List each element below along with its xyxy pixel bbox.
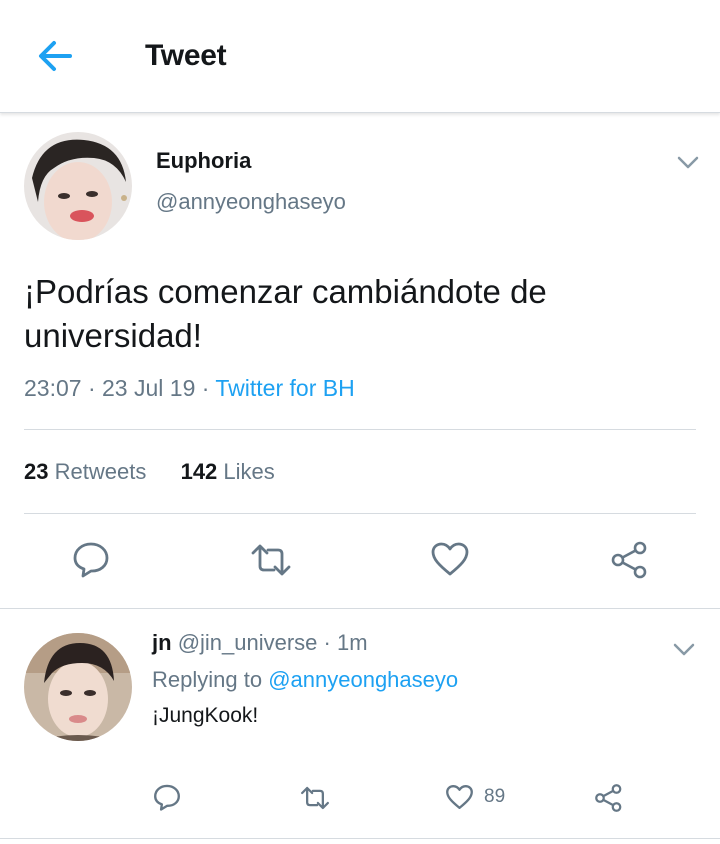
tweet-meta: 23:07 · 23 Jul 19 · Twitter for BH [24, 375, 355, 402]
tweet-date: 23 Jul 19 [102, 375, 196, 401]
tweet-stats: 23 Retweets 142 Likes [24, 459, 275, 485]
top-bar: Tweet [0, 0, 720, 113]
meta-separator: · [323, 630, 337, 655]
likes-stat[interactable]: 142 Likes [181, 459, 275, 484]
divider [24, 429, 696, 430]
share-button[interactable] [610, 540, 650, 580]
reply-share-button[interactable] [594, 783, 624, 813]
author-name[interactable]: Euphoria [156, 148, 251, 174]
divider [0, 608, 720, 609]
retweet-button[interactable] [250, 542, 292, 578]
reply-author-handle[interactable]: @jin_universe [178, 630, 318, 655]
chevron-down-icon [677, 156, 699, 169]
tweet-menu-button[interactable] [674, 150, 702, 174]
meta-separator: · [201, 375, 216, 401]
retweets-count: 23 [24, 459, 49, 484]
like-icon [446, 785, 473, 809]
reply-author-name[interactable]: jn [152, 630, 172, 655]
reply-icon [154, 784, 180, 811]
tweet-text-line: ¡Podrías comenzar cambiándote de [24, 273, 547, 310]
share-icon [595, 784, 622, 812]
likes-label: Likes [223, 459, 275, 484]
tweet-text-line: universidad! [24, 317, 202, 354]
chevron-down-icon [673, 643, 695, 656]
reply-header: jn @jin_universe · 1m [152, 630, 368, 656]
retweets-stat[interactable]: 23 Retweets [24, 459, 146, 484]
like-button[interactable] [430, 541, 470, 577]
reply-avatar[interactable] [24, 633, 132, 741]
tweet-source-link[interactable]: Twitter for BH [215, 375, 354, 401]
reply-retweet-button[interactable] [300, 785, 330, 811]
replying-mention-link[interactable]: @annyeonghaseyo [268, 667, 458, 692]
reply-button[interactable] [72, 540, 110, 578]
like-icon [431, 542, 469, 576]
reply-like-button[interactable]: 89 [445, 784, 505, 810]
back-button[interactable] [32, 36, 80, 76]
reply-reply-button[interactable] [153, 783, 181, 811]
retweets-label: Retweets [54, 459, 147, 484]
reply-time: 1m [337, 630, 368, 655]
share-icon [611, 541, 647, 579]
reply-like-count: 89 [484, 786, 506, 807]
page-title: Tweet [145, 39, 227, 72]
arrow-left-icon [39, 41, 72, 71]
replying-to: Replying to @annyeonghaseyo [152, 667, 458, 693]
retweet-icon [251, 544, 291, 576]
replying-prefix: Replying to [152, 667, 263, 692]
retweet-icon [301, 786, 329, 810]
meta-separator: · [87, 375, 103, 401]
divider [24, 513, 696, 514]
tweet-text: ¡Podrías comenzar cambiándote de univers… [24, 270, 664, 358]
avatar[interactable] [24, 132, 132, 240]
author-handle[interactable]: @annyeonghaseyo [156, 189, 346, 215]
reply-text: ¡JungKook! [152, 704, 259, 727]
tweet-time: 23:07 [24, 375, 82, 401]
likes-count: 142 [180, 459, 218, 484]
divider [0, 838, 720, 839]
reply-icon [73, 542, 109, 578]
reply-menu-button[interactable] [670, 637, 698, 661]
